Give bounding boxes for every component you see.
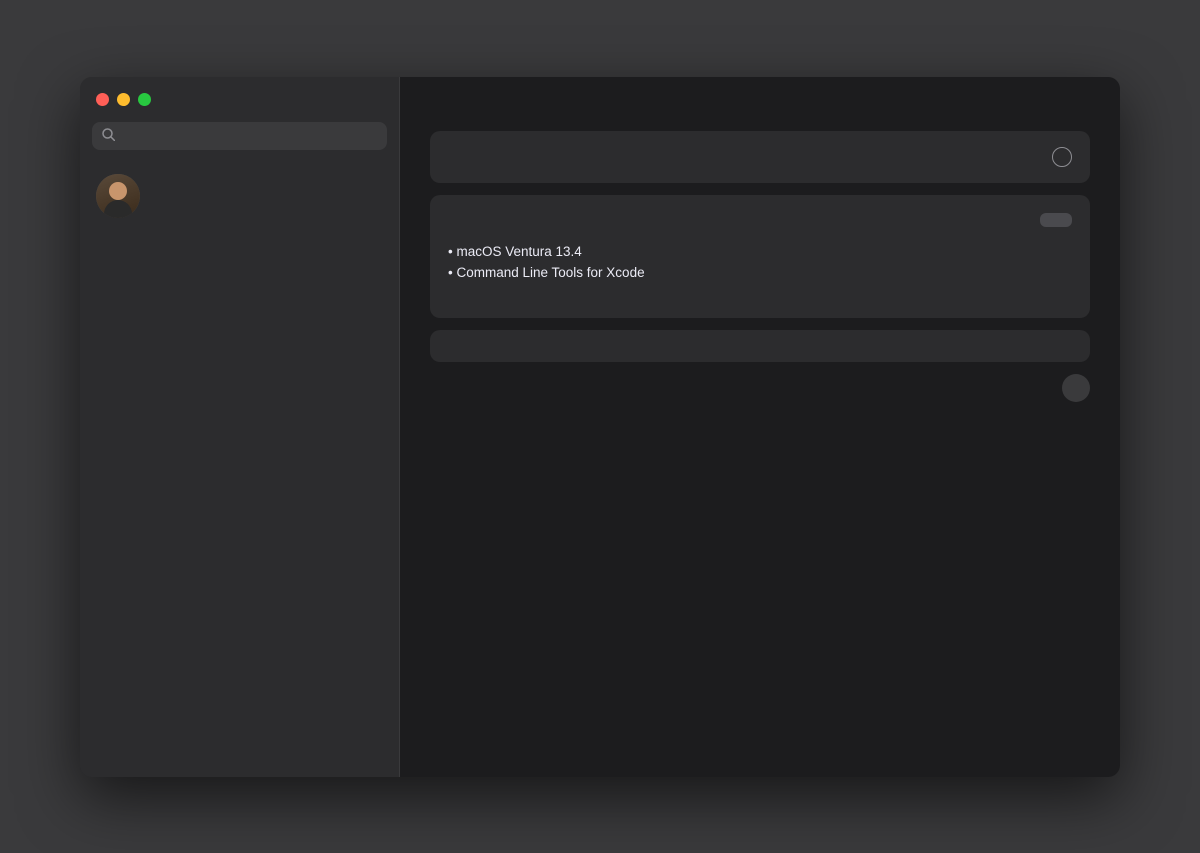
help-button[interactable] bbox=[1062, 374, 1090, 402]
auto-updates-info-button[interactable] bbox=[1052, 147, 1072, 167]
update-item-macos: • macOS Ventura 13.4 bbox=[448, 241, 1072, 263]
traffic-lights bbox=[80, 93, 399, 122]
updates-header bbox=[448, 213, 1072, 227]
user-profile[interactable] bbox=[80, 166, 399, 226]
updates-available-card: • macOS Ventura 13.4 • Command Line Tool… bbox=[430, 195, 1090, 318]
sidebar bbox=[80, 77, 400, 777]
auto-updates-card bbox=[430, 131, 1090, 183]
main-content: • macOS Ventura 13.4 • Command Line Tool… bbox=[400, 77, 1120, 777]
minimize-button[interactable] bbox=[117, 93, 130, 106]
update-item-xcode: • Command Line Tools for Xcode bbox=[448, 262, 1072, 284]
license-card bbox=[430, 330, 1090, 362]
search-input[interactable] bbox=[121, 128, 377, 144]
close-button[interactable] bbox=[96, 93, 109, 106]
update-list: • macOS Ventura 13.4 • Command Line Tool… bbox=[448, 241, 1072, 284]
avatar bbox=[96, 174, 140, 218]
auto-updates-row bbox=[430, 131, 1090, 183]
auto-updates-right bbox=[1044, 147, 1072, 167]
search-bar bbox=[92, 122, 387, 150]
update-now-button[interactable] bbox=[1040, 213, 1072, 227]
maximize-button[interactable] bbox=[138, 93, 151, 106]
settings-window: • macOS Ventura 13.4 • Command Line Tool… bbox=[80, 77, 1120, 777]
search-icon bbox=[102, 128, 115, 144]
